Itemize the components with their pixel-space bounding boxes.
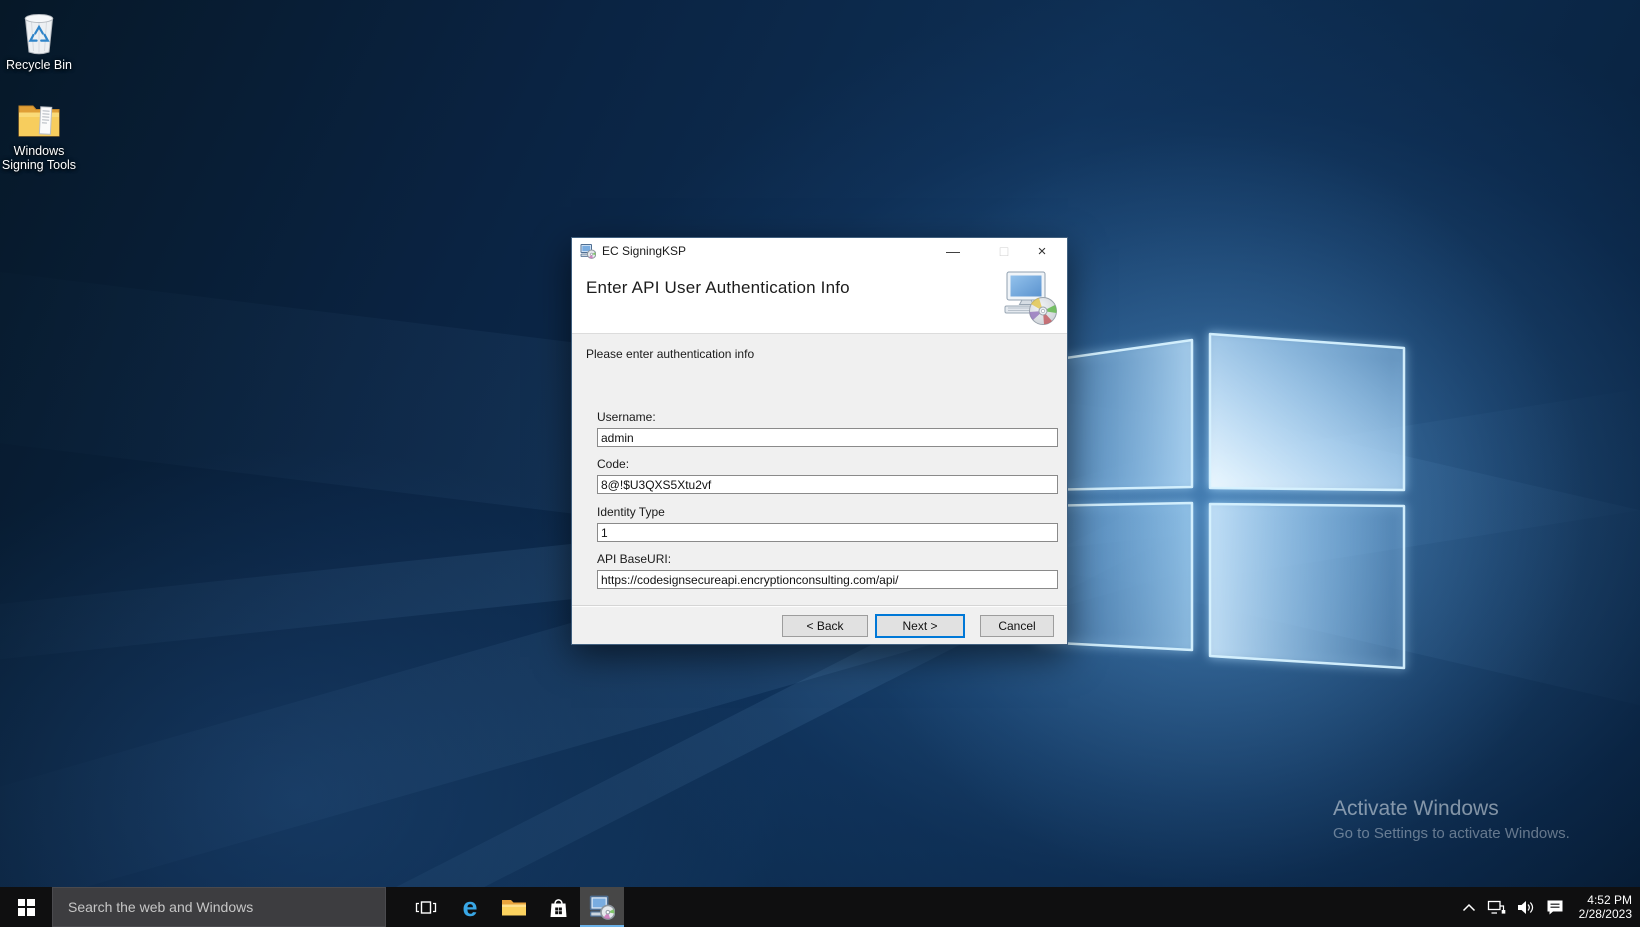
dialog-titlebar[interactable]: EC SigningKSP — □ × [572,238,1067,264]
network-icon[interactable] [1487,887,1506,927]
field-identity-type: Identity Type [597,505,1058,542]
tray-chevron-icon[interactable] [1462,887,1476,927]
dialog-header-title: Enter API User Authentication Info [586,278,850,298]
task-view-icon [415,899,437,916]
cancel-button[interactable]: Cancel [980,615,1054,637]
taskbar-search[interactable] [52,887,386,927]
field-code: Code: [597,457,1058,494]
dialog-body: Please enter authentication info Usernam… [572,334,1067,644]
code-input[interactable] [597,475,1058,494]
clock-date: 2/28/2023 [1579,907,1632,921]
computer-disc-graphic [1003,269,1059,327]
minimize-button[interactable]: — [932,238,974,264]
installer-app-icon [580,243,596,259]
desktop: Recycle Bin Windows Signing Tools Activa… [0,0,1640,927]
close-button[interactable]: × [1020,238,1064,264]
windows-logo-icon [18,899,35,916]
action-center-icon[interactable] [1546,887,1564,927]
folder-icon [16,100,62,142]
taskbar-item-edge[interactable]: e [448,887,492,927]
clock-time: 4:52 PM [1579,893,1632,907]
task-view-button[interactable] [404,887,448,927]
desktop-icon-label: Recycle Bin [0,58,82,72]
recycle-bin-icon [17,8,61,56]
taskbar-item-installer[interactable] [580,887,624,927]
back-button[interactable]: < Back [782,615,868,637]
desktop-icon-label: Windows Signing Tools [0,144,82,172]
code-label: Code: [597,457,1058,471]
username-input[interactable] [597,428,1058,447]
identity-type-input[interactable] [597,523,1058,542]
file-explorer-icon [501,897,527,918]
api-baseuri-input[interactable] [597,570,1058,589]
api-baseuri-label: API BaseURI: [597,552,1058,566]
desktop-icon-windows-signing-tools[interactable]: Windows Signing Tools [0,100,82,172]
start-button[interactable] [0,887,52,927]
search-input[interactable] [53,899,385,915]
field-api-baseuri: API BaseURI: [597,552,1058,589]
field-username: Username: [597,410,1058,447]
username-label: Username: [597,410,1058,424]
system-tray: 4:52 PM 2/28/2023 [1462,887,1640,927]
edge-icon: e [462,894,477,921]
installer-dialog: EC SigningKSP — □ × Enter API User Authe… [571,237,1068,645]
identity-type-label: Identity Type [597,505,1058,519]
instruction-text: Please enter authentication info [586,347,754,361]
volume-icon[interactable] [1517,887,1535,927]
installer-taskbar-icon [589,894,615,920]
desktop-icon-recycle-bin[interactable]: Recycle Bin [0,8,82,72]
dialog-header: Enter API User Authentication Info [572,264,1067,334]
taskbar-item-store[interactable] [536,887,580,927]
taskbar-clock[interactable]: 4:52 PM 2/28/2023 [1575,893,1632,921]
dialog-title: EC SigningKSP [602,244,686,258]
taskbar: e [0,887,1640,927]
button-separator [572,605,1067,607]
store-icon [548,896,569,919]
next-button[interactable]: Next > [875,614,965,638]
taskbar-item-file-explorer[interactable] [492,887,536,927]
